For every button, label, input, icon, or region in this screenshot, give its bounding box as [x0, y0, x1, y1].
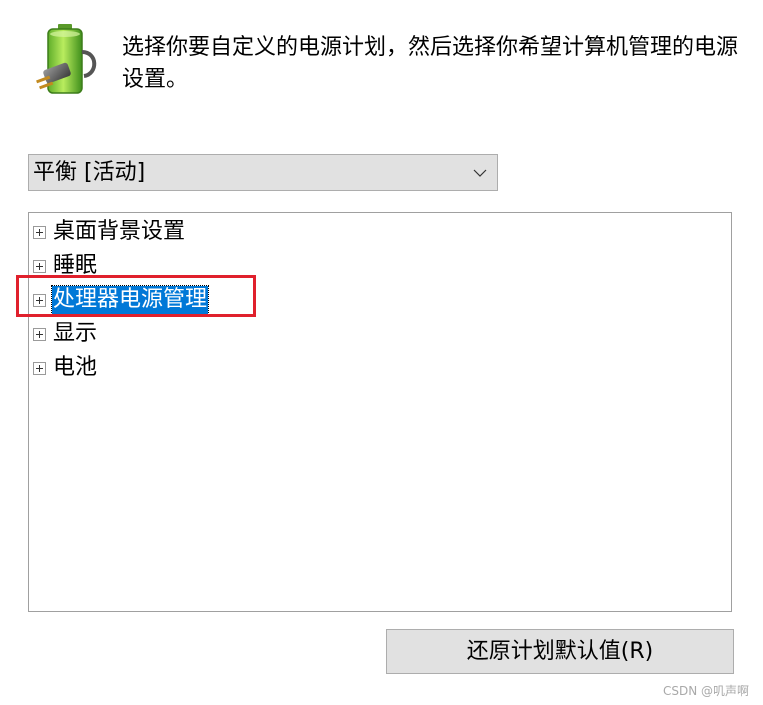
power-plug-battery-icon [36, 22, 104, 106]
tree-item-label: 显示 [53, 321, 98, 346]
tree-item-label-selected: 处理器电源管理 [50, 285, 210, 315]
page-description: 选择你要自定义的电源计划，然后选择你希望计算机管理的电源设置。 [122, 35, 739, 92]
expand-plus-icon[interactable] [33, 327, 46, 341]
chevron-down-icon [473, 169, 487, 177]
tree-item-label: 电池 [53, 355, 98, 380]
power-settings-tree[interactable]: 桌面背景设置 睡眠 处理器电源管理 显示 电池 [28, 212, 732, 612]
watermark: CSDN @叽声啊 [662, 684, 749, 698]
tree-item-sleep[interactable]: 睡眠 [33, 251, 98, 281]
expand-plus-icon[interactable] [33, 225, 46, 239]
tree-item-battery[interactable]: 电池 [33, 353, 98, 383]
tree-item-processor-power-management[interactable]: 处理器电源管理 [33, 285, 210, 315]
tree-item-label: 桌面背景设置 [53, 219, 186, 244]
tree-item-display[interactable]: 显示 [33, 319, 98, 349]
expand-plus-icon[interactable] [33, 259, 46, 273]
power-plan-selected-value: 平衡 [活动] [33, 160, 146, 185]
tree-item-desktop-background[interactable]: 桌面背景设置 [33, 217, 186, 247]
power-plan-dropdown[interactable]: 平衡 [活动] [28, 154, 498, 191]
restore-plan-defaults-button[interactable]: 还原计划默认值(R) [386, 629, 734, 674]
expand-plus-icon[interactable] [33, 361, 46, 375]
expand-plus-icon[interactable] [33, 293, 46, 307]
tree-item-label: 睡眠 [53, 253, 98, 278]
